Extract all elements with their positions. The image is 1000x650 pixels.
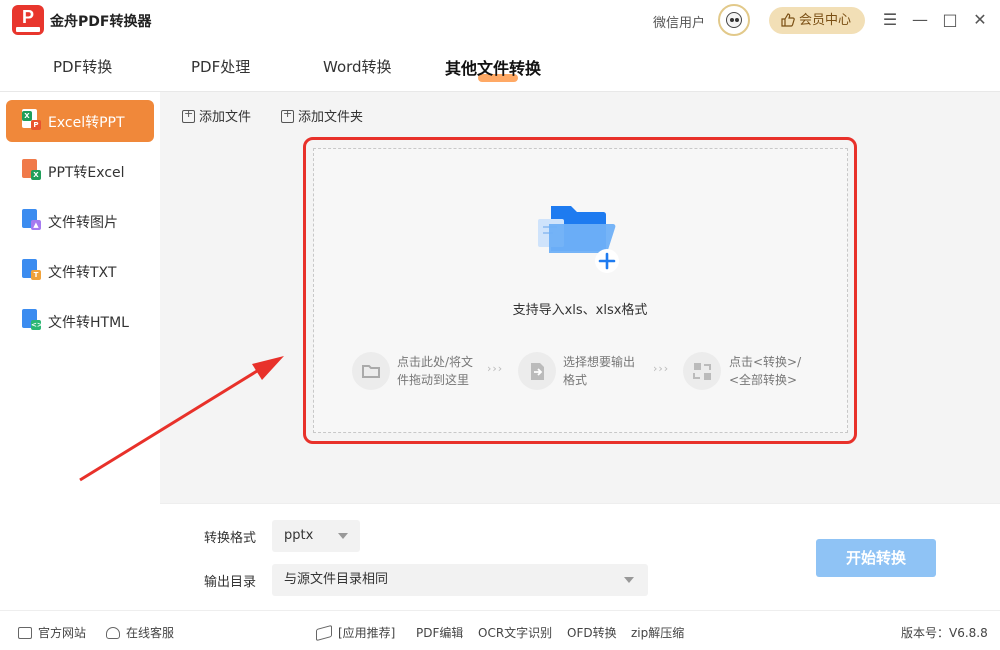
title-bar: P 金舟PDF转换器 微信用户 会员中心 ☰ — □ ✕ xyxy=(0,0,1000,40)
folder-add-icon xyxy=(538,206,619,273)
add-file-label: 添加文件 xyxy=(199,110,252,125)
add-folder-icon xyxy=(281,107,294,123)
start-convert-button[interactable]: 开始转换 xyxy=(816,539,936,577)
version-text: 版本号：V6.8.8 xyxy=(901,626,988,640)
format-label: 转换格式 xyxy=(204,531,257,546)
app-logo-letter: P xyxy=(21,7,34,27)
thumb-up-icon xyxy=(781,13,795,27)
ofd-link[interactable]: OFD转换 xyxy=(567,624,617,641)
recommend-link[interactable]: [应用推荐] xyxy=(316,624,395,642)
sidebar: X P Excel转PPT X PPT转Excel ▲ 文件转图片 T 文件转T… xyxy=(0,92,160,610)
excel-file-icon: X P xyxy=(22,109,41,131)
main-panel: 添加文件 添加文件夹 支持导入xls、xlsx格式 点击此处/将文件拖动到这里 … xyxy=(160,92,1000,503)
output-label: 输出目录 xyxy=(204,575,257,590)
close-icon[interactable]: ✕ xyxy=(970,10,990,30)
dropzone-title: 支持导入xls、xlsx格式 xyxy=(512,303,648,318)
add-folder-label: 添加文件夹 xyxy=(298,110,364,125)
user-name[interactable]: 微信用户 xyxy=(653,12,705,31)
chevron-down-icon xyxy=(624,577,634,583)
sidebar-item-label: PPT转Excel xyxy=(48,165,125,181)
maximize-icon[interactable]: □ xyxy=(940,10,960,30)
add-file-icon xyxy=(182,107,195,123)
image-file-icon: ▲ xyxy=(22,209,41,231)
file-dropzone[interactable] xyxy=(313,148,848,433)
online-service-link[interactable]: 在线客服 xyxy=(106,624,174,641)
pdf-edit-link[interactable]: PDF编辑 xyxy=(416,624,463,641)
output-dir-value: 与源文件目录相同 xyxy=(284,572,389,587)
menu-icon[interactable]: ☰ xyxy=(880,10,900,30)
settings-panel: 转换格式 pptx 输出目录 与源文件目录相同 开始转换 xyxy=(160,503,1000,610)
sidebar-item-label: 文件转图片 xyxy=(48,215,118,231)
panda-avatar-icon xyxy=(726,12,742,28)
step-2-text: 选择想要输出 格式 xyxy=(563,355,636,387)
sidebar-item-label: Excel转PPT xyxy=(48,115,125,131)
ocr-link[interactable]: OCR文字识别 xyxy=(478,624,552,641)
sidebar-item-ppt-to-excel[interactable]: X PPT转Excel xyxy=(6,150,154,192)
app-logo-icon: P xyxy=(12,5,44,35)
add-folder-button[interactable]: 添加文件夹 xyxy=(281,106,363,125)
sidebar-item-excel-to-ppt[interactable]: X P Excel转PPT xyxy=(6,100,154,142)
tab-pdf-process[interactable]: PDF处理 xyxy=(191,56,250,77)
format-value: pptx xyxy=(284,528,314,543)
tab-pdf-convert[interactable]: PDF转换 xyxy=(53,56,112,77)
monitor-icon xyxy=(18,627,32,639)
sidebar-item-file-to-txt[interactable]: T 文件转TXT xyxy=(6,250,154,292)
avatar[interactable] xyxy=(718,4,750,36)
tab-other-convert[interactable]: 其他文件转换 xyxy=(445,55,541,79)
step-separator: ››› xyxy=(487,362,504,375)
minimize-icon[interactable]: — xyxy=(910,10,930,30)
headset-icon xyxy=(106,627,120,639)
export-file-icon xyxy=(518,352,556,390)
sidebar-item-file-to-image[interactable]: ▲ 文件转图片 xyxy=(6,200,154,242)
step-3-text: 点击<转换>/<全部转换> xyxy=(729,355,802,387)
tab-word-convert[interactable]: Word转换 xyxy=(323,56,392,77)
sidebar-item-file-to-html[interactable]: <> 文件转HTML xyxy=(6,300,154,342)
format-select[interactable]: pptx xyxy=(272,520,360,552)
status-bar: 官方网站 在线客服 [应用推荐] PDF编辑 OCR文字识别 OFD转换 zip… xyxy=(0,610,1000,650)
step-1-text: 点击此处/将文 件拖动到这里 xyxy=(397,355,474,387)
add-file-button[interactable]: 添加文件 xyxy=(182,106,251,125)
official-site-link[interactable]: 官方网站 xyxy=(18,624,86,641)
txt-file-icon: T xyxy=(22,259,41,281)
megaphone-icon xyxy=(316,624,332,642)
ppt-file-icon: X xyxy=(22,159,41,181)
html-file-icon: <> xyxy=(22,309,43,331)
folder-open-icon xyxy=(352,352,390,390)
chevron-down-icon xyxy=(338,533,348,539)
sidebar-item-label: 文件转TXT xyxy=(48,265,117,281)
convert-icon xyxy=(683,352,721,390)
step-separator: ››› xyxy=(653,362,670,375)
vip-center-button[interactable]: 会员中心 xyxy=(769,7,865,34)
app-title: 金舟PDF转换器 xyxy=(50,14,152,30)
output-dir-select[interactable]: 与源文件目录相同 xyxy=(272,564,648,596)
zip-link[interactable]: zip解压缩 xyxy=(631,624,684,641)
main-tabs: PDF转换 PDF处理 Word转换 其他文件转换 xyxy=(0,40,1000,92)
vip-center-label: 会员中心 xyxy=(799,13,852,28)
sidebar-item-label: 文件转HTML xyxy=(48,315,129,331)
